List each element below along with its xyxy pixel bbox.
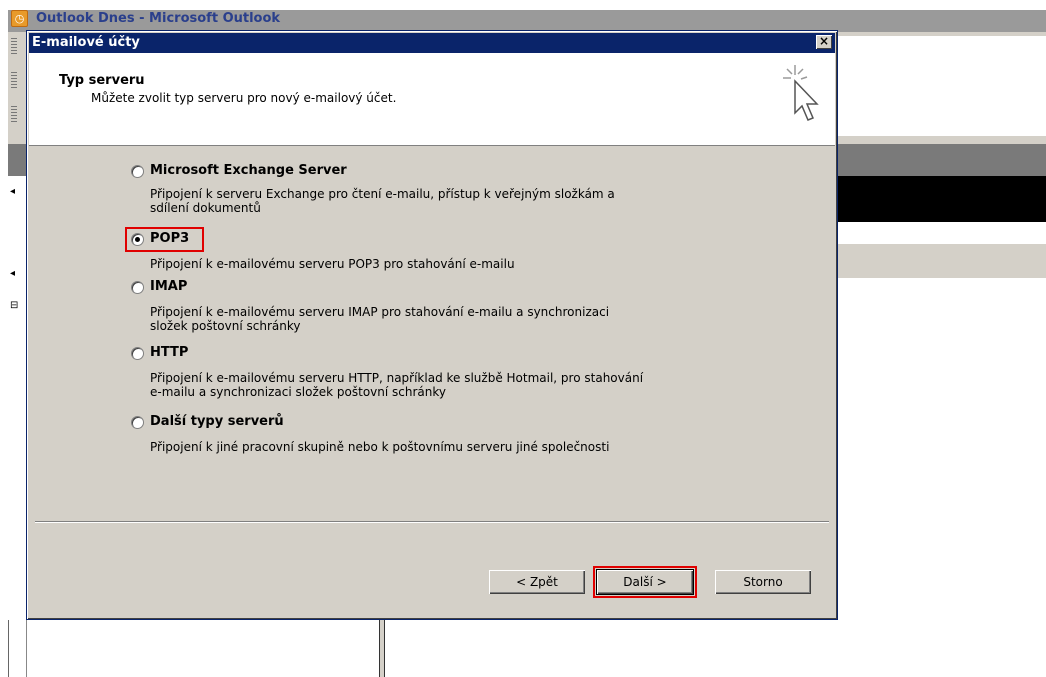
wizard-cursor-icon bbox=[783, 65, 819, 121]
option-http-label[interactable]: HTTP bbox=[150, 345, 188, 360]
next-highlight-box bbox=[593, 566, 697, 598]
outlook-window-title: Outlook Dnes - Microsoft Outlook bbox=[36, 11, 281, 26]
radio-pop3[interactable] bbox=[131, 233, 144, 246]
radio-exchange[interactable] bbox=[131, 165, 144, 178]
toolbar-grip-icon[interactable] bbox=[11, 38, 17, 54]
header-title: Typ serveru bbox=[59, 73, 145, 88]
option-http-description: Připojení k e-mailovému serveru HTTP, na… bbox=[150, 371, 750, 399]
description-line: sdílení dokumentů bbox=[150, 201, 261, 215]
radio-imap[interactable] bbox=[131, 281, 144, 294]
option-exchange-label[interactable]: Microsoft Exchange Server bbox=[150, 163, 347, 178]
outlook-black-band bbox=[830, 176, 1046, 222]
pane-border bbox=[8, 620, 9, 677]
header-subtitle: Můžete zvolit typ serveru pro nový e-mai… bbox=[91, 91, 397, 105]
toolbar-grip-icon[interactable] bbox=[11, 106, 17, 122]
collapse-icon[interactable]: ◂ bbox=[10, 268, 15, 279]
toolbar-grip-icon[interactable] bbox=[11, 72, 17, 88]
dialog-title: E-mailové účty bbox=[32, 35, 140, 50]
outlook-titlebar: Outlook Dnes - Microsoft Outlook bbox=[8, 10, 1046, 32]
description-line: Připojení k serveru Exchange pro čtení e… bbox=[150, 187, 615, 201]
option-imap-label[interactable]: IMAP bbox=[150, 279, 187, 294]
collapse-icon[interactable]: ◂ bbox=[10, 186, 15, 197]
dialog-titlebar[interactable]: E-mailové účty × bbox=[29, 33, 835, 53]
radio-http[interactable] bbox=[131, 347, 144, 360]
option-imap-description: Připojení k e-mailovému serveru IMAP pro… bbox=[150, 305, 750, 333]
option-exchange-description: Připojení k serveru Exchange pro čtení e… bbox=[150, 187, 750, 215]
outlook-folder-pane: ◂ ◂ ⊟ bbox=[8, 176, 27, 677]
outlook-white-band bbox=[830, 222, 1046, 244]
description-line: Připojení k e-mailovému serveru POP3 pro… bbox=[150, 257, 515, 271]
close-icon[interactable]: × bbox=[816, 35, 832, 49]
description-line: e-mailu a synchronizaci složek poštovní … bbox=[150, 385, 446, 399]
outlook-toolbar-blank bbox=[830, 36, 1046, 136]
outlook-gray-band bbox=[830, 244, 1046, 278]
option-other-servers-description: Připojení k jiné pracovní skupině nebo k… bbox=[150, 440, 750, 454]
pane-splitter[interactable] bbox=[379, 620, 385, 677]
description-line: Připojení k e-mailovému serveru HTTP, na… bbox=[150, 371, 644, 385]
radio-other-servers[interactable] bbox=[131, 416, 144, 429]
wizard-header: Typ serveru Můžete zvolit typ serveru pr… bbox=[29, 53, 835, 146]
description-line: složek poštovní schránky bbox=[150, 319, 301, 333]
option-pop3-description: Připojení k e-mailovému serveru POP3 pro… bbox=[150, 257, 750, 271]
email-accounts-dialog: E-mailové účty × Typ serveru Můžete zvol… bbox=[26, 30, 838, 620]
option-pop3-label[interactable]: POP3 bbox=[150, 231, 189, 246]
outlook-clock-icon: ◷ bbox=[11, 10, 28, 27]
tree-expand-icon[interactable]: ⊟ bbox=[10, 300, 18, 311]
description-line: Připojení k e-mailovému serveru IMAP pro… bbox=[150, 305, 610, 319]
back-button[interactable]: < Zpět bbox=[489, 570, 585, 594]
cancel-button[interactable]: Storno bbox=[715, 570, 811, 594]
description-line: Připojení k jiné pracovní skupině nebo k… bbox=[150, 440, 610, 454]
button-separator bbox=[35, 521, 829, 523]
option-other-servers-label[interactable]: Další typy serverů bbox=[150, 414, 284, 429]
